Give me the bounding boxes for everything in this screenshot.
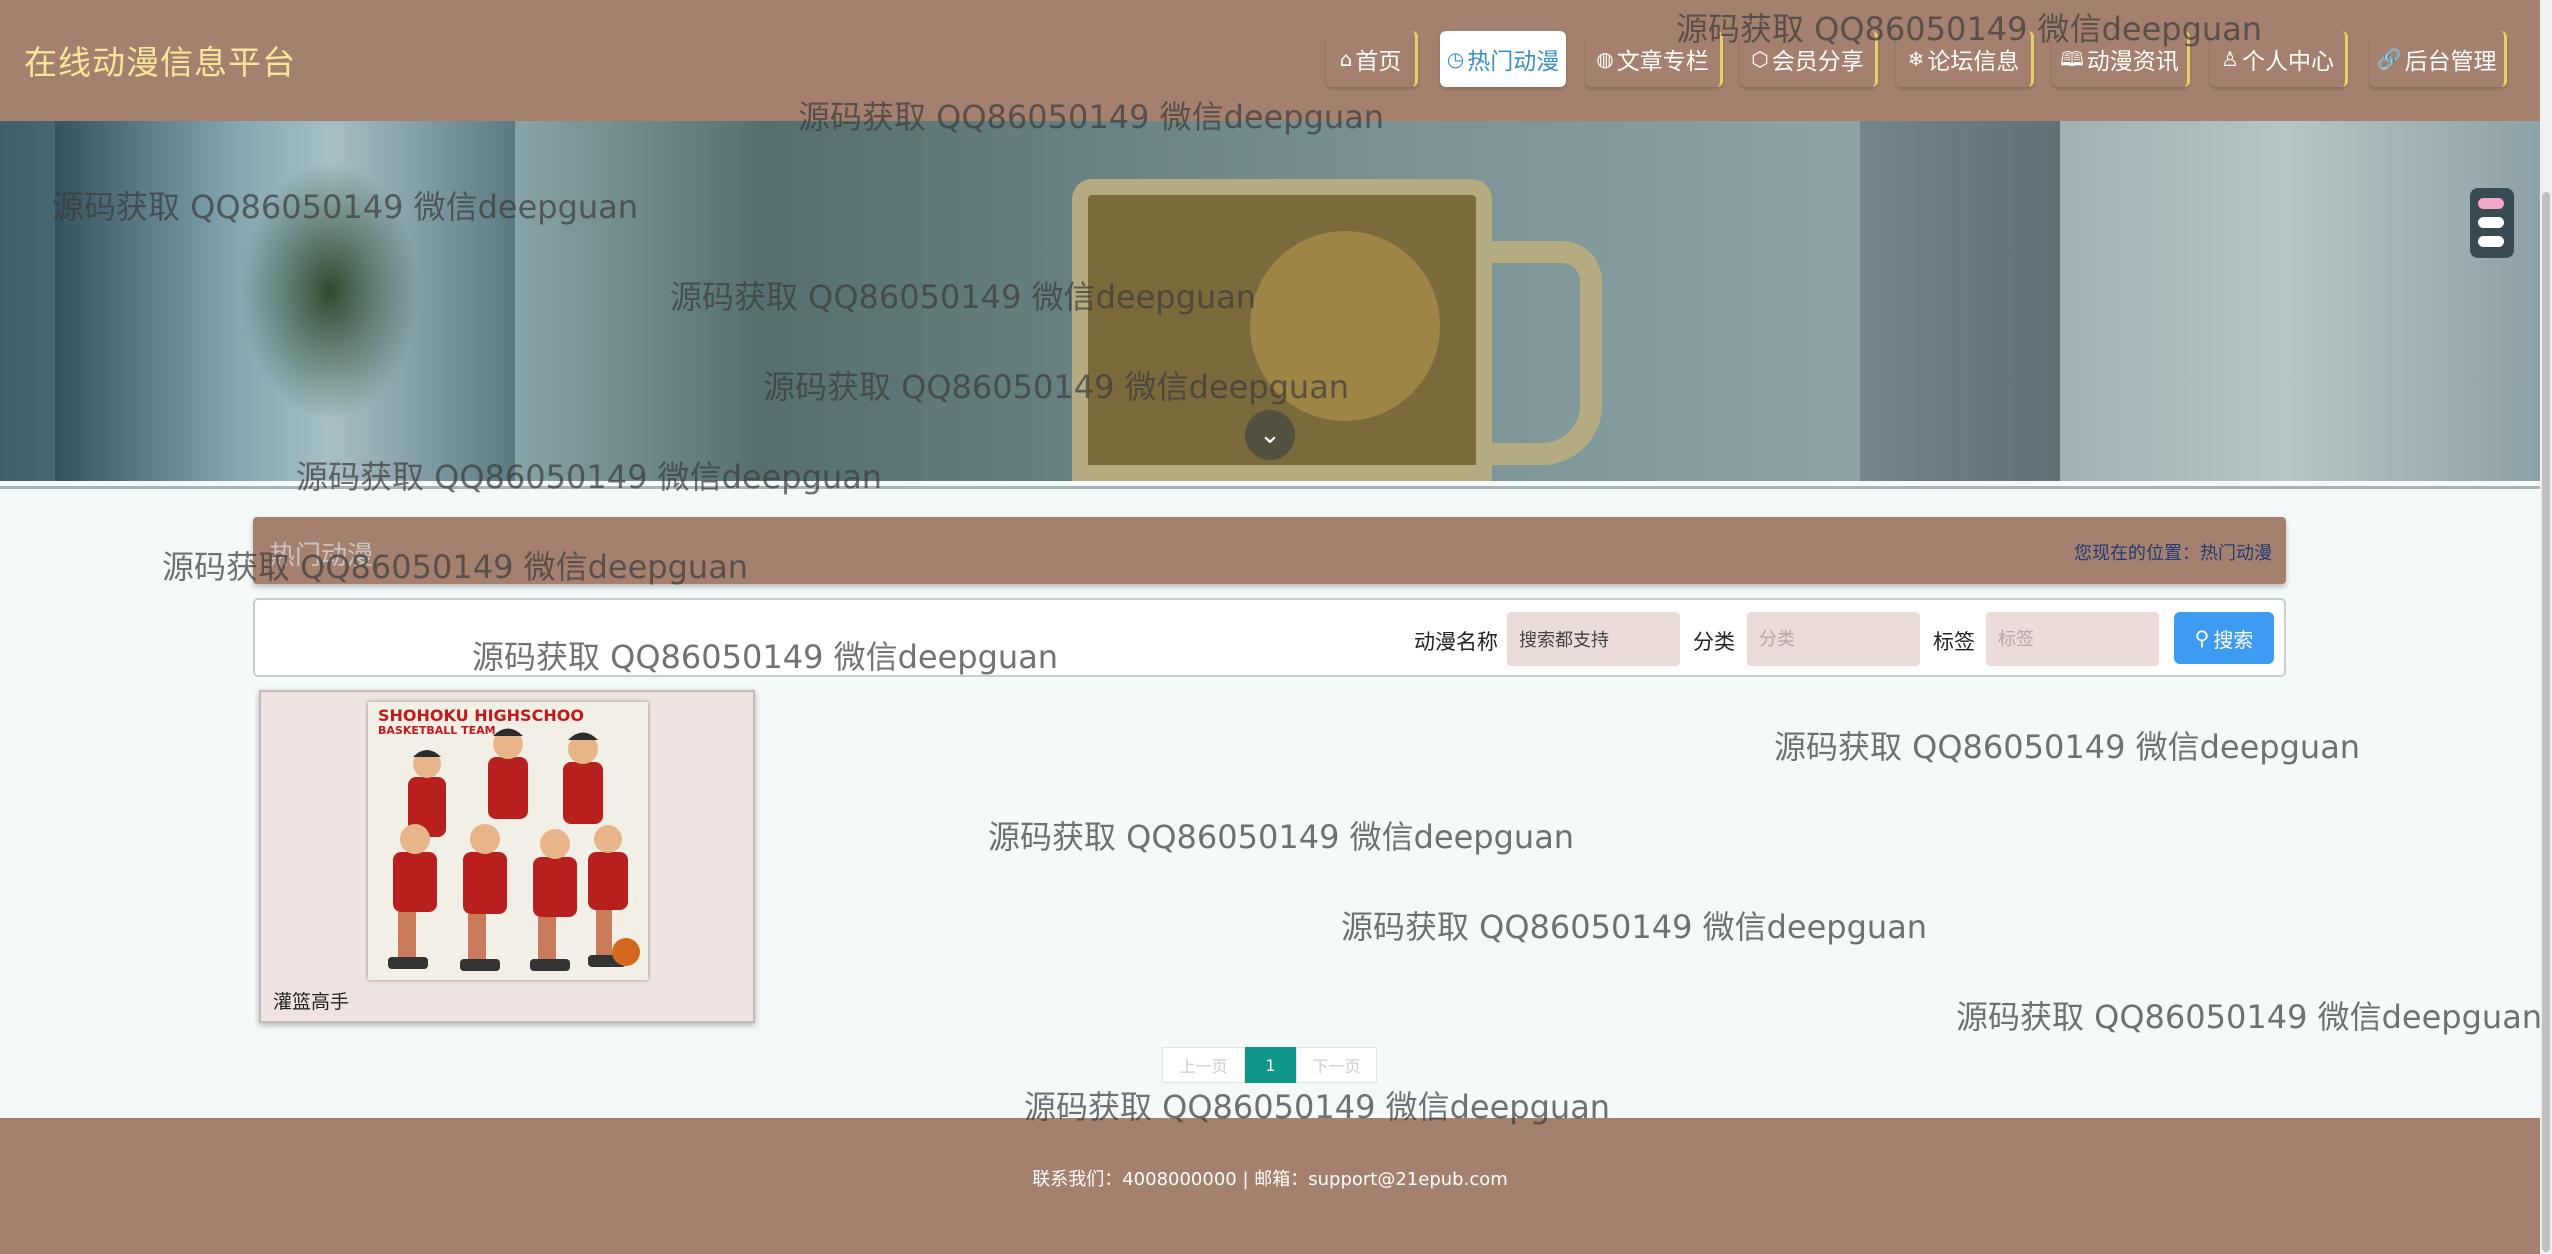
search-button-label: 搜索 (2213, 627, 2254, 652)
clock-icon: ◷ (1446, 47, 1465, 71)
nav-anime-news[interactable]: 🕮 动漫资讯 (2052, 31, 2190, 87)
anime-poster-image[interactable]: SHOHOKU HIGHSCHOO BASKETBALL TEAM (368, 702, 648, 980)
banner-cup-flower-decor (1250, 231, 1440, 421)
search-icon: ⚲ (2194, 626, 2210, 650)
link-icon: 🔗 (2376, 47, 2402, 71)
snowflake-icon: ❄ (1907, 47, 1925, 71)
switcher-option-white[interactable] (2478, 236, 2504, 247)
poster-subtitle-text: BASKETBALL TEAM (378, 724, 496, 737)
divider (0, 486, 2540, 489)
footer: 联系我们：4008000000 | 邮箱：support@21epub.com (0, 1118, 2540, 1254)
theme-switcher[interactable] (2470, 188, 2514, 258)
prev-page-button[interactable]: 上一页 (1162, 1047, 1245, 1083)
nav-label: 首页 (1355, 49, 1402, 75)
nav-label: 后台管理 (2404, 49, 2497, 75)
top-navbar: 在线动漫信息平台 ⌂ 首页 ◷ 热门动漫 ◍ 文章专栏 ⬡ 会员分享 ❄ 论坛信… (0, 0, 2540, 121)
tag-input[interactable] (1986, 612, 2159, 666)
home-icon: ⌂ (1339, 47, 1353, 71)
nav-home[interactable]: ⌂ 首页 (1326, 31, 1418, 87)
breadcrumb-location[interactable]: 您现在的位置：热门动漫 (2074, 539, 2272, 565)
nav-label: 热门动漫 (1467, 49, 1560, 75)
footer-contact: 联系我们：4008000000 | 邮箱：support@21epub.com (1032, 1169, 1508, 1190)
nav-label: 文章专栏 (1616, 49, 1709, 75)
nav-forum[interactable]: ❄ 论坛信息 (1896, 31, 2034, 87)
switcher-option-white[interactable] (2478, 217, 2504, 228)
nav-hot-anime[interactable]: ◷ 热门动漫 (1440, 31, 1566, 87)
next-page-button[interactable]: 下一页 (1296, 1047, 1377, 1083)
current-page-button[interactable]: 1 (1245, 1047, 1296, 1083)
nav-label: 个人中心 (2241, 49, 2334, 75)
search-form: 动漫名称 分类 标签 ⚲ 搜索 (253, 598, 2286, 677)
switcher-option-pink[interactable] (2478, 198, 2504, 209)
category-input[interactable] (1747, 612, 1920, 666)
watermark-text: 源码获取 QQ86050149 微信deepguan (1956, 998, 2543, 1036)
poster-title-text: SHOHOKU HIGHSCHOO (378, 706, 584, 725)
nav-profile[interactable]: ♙ 个人中心 (2210, 31, 2348, 87)
watermark-text: 源码获取 QQ86050149 微信deepguan (988, 818, 1575, 856)
banner-cup-handle-decor (1480, 241, 1602, 465)
anime-name[interactable]: 灌篮高手 (273, 987, 349, 1014)
nav-articles[interactable]: ◍ 文章专栏 (1585, 31, 1723, 87)
watermark-text: 源码获取 QQ86050149 微信deepguan (1341, 908, 1928, 946)
cube-icon: ⬡ (1751, 47, 1769, 71)
book-icon: 🕮 (2060, 47, 2084, 71)
nav-label: 论坛信息 (1927, 49, 2020, 75)
watermark-text: 源码获取 QQ86050149 微信deepguan (1774, 728, 2361, 766)
anime-card[interactable]: SHOHOKU HIGHSCHOO BASKETBALL TEAM 灌篮高手 (259, 690, 755, 1023)
banner-plant-decor (240, 161, 420, 421)
banner-shade-decor (1860, 121, 2060, 481)
page-title: 热门动漫 (269, 541, 374, 571)
scrollbar-thumb[interactable] (2542, 192, 2550, 1252)
anime-name-input[interactable] (1507, 612, 1680, 666)
nav-admin[interactable]: 🔗 后台管理 (2369, 31, 2507, 87)
user-icon: ♙ (2221, 47, 2239, 71)
chevron-down-icon[interactable]: ⌄ (1245, 410, 1295, 460)
nav-member-share[interactable]: ⬡ 会员分享 (1740, 31, 1878, 87)
poster-illustration (368, 702, 648, 980)
anime-name-label: 动漫名称 (1414, 630, 1498, 654)
search-button[interactable]: ⚲ 搜索 (2174, 612, 2274, 664)
site-title[interactable]: 在线动漫信息平台 (24, 36, 296, 84)
breadcrumb: 热门动漫 您现在的位置：热门动漫 (253, 517, 2286, 584)
nav-label: 会员分享 (1771, 49, 1864, 75)
tag-label: 标签 (1933, 630, 1975, 654)
globe-icon: ◍ (1596, 47, 1614, 71)
nav-label: 动漫资讯 (2086, 49, 2179, 75)
category-label: 分类 (1693, 630, 1735, 654)
